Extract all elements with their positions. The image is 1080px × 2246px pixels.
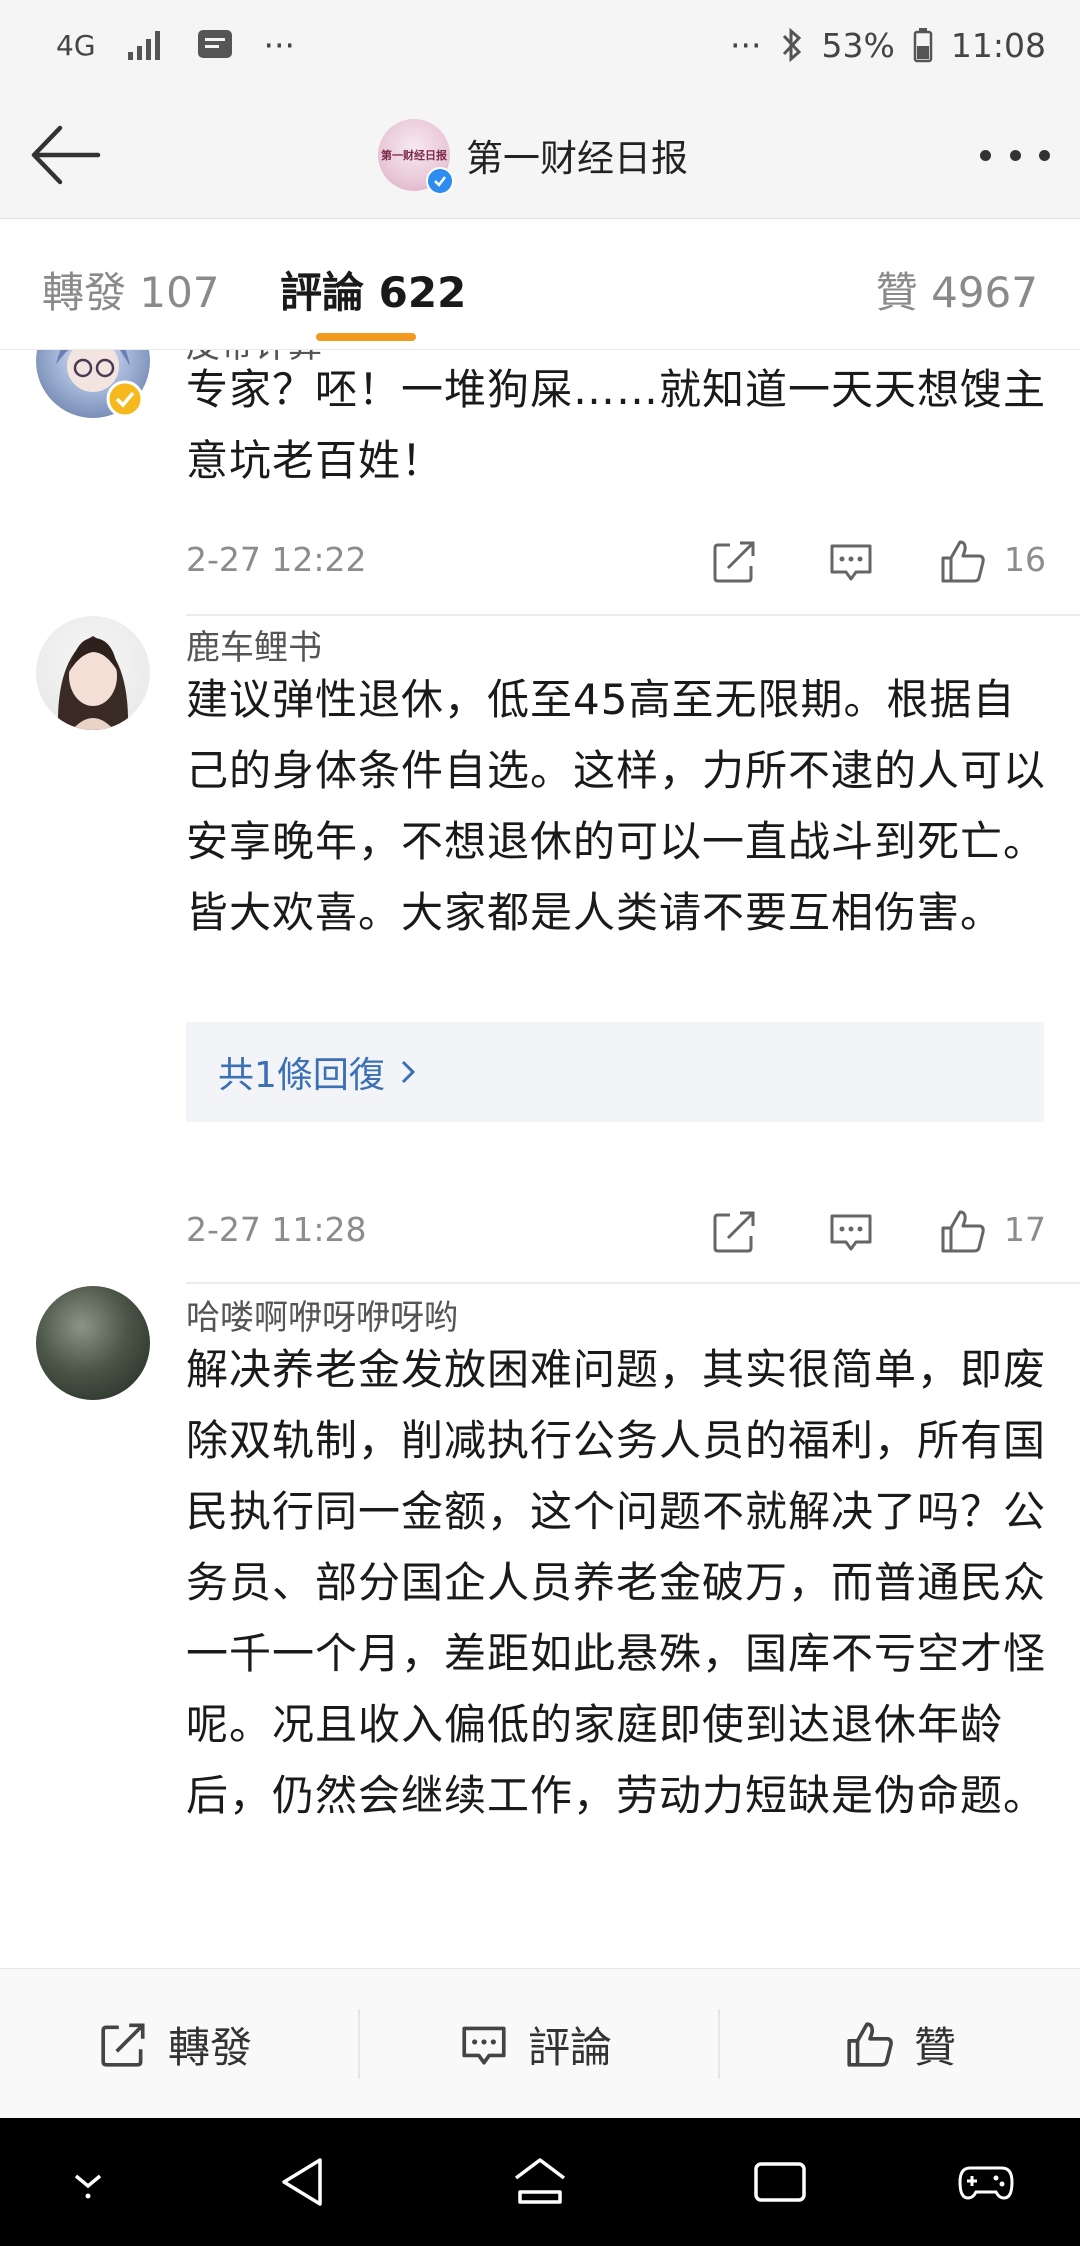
status-more-right: ··· [730, 25, 762, 65]
comment-button[interactable]: 評論 [458, 1969, 612, 2119]
like-button[interactable]: 贊 [844, 1969, 956, 2119]
comment-icon[interactable] [826, 536, 876, 586]
more-options-icon[interactable] [980, 140, 1050, 170]
account-header[interactable]: 第一财经日报 第一财经日报 [378, 116, 688, 195]
comment-icon [462, 2026, 506, 2065]
comment-label: 評論 [528, 2022, 613, 2072]
system-nav-bar [0, 2118, 1080, 2246]
comment-list[interactable]: 皮帯计算 专家？呸！一堆狗屎……就知道一天天想馊主意坑老百姓！ 2-27 12:… [0, 350, 1080, 1968]
comment-text: 解决养老金发放困难问题，其实很简单，即废除双轨制，削减执行公务人员的福利，所有国… [186, 1345, 1047, 1820]
repost-icon[interactable] [710, 536, 760, 586]
tab-reposts[interactable]: 轉發 107 [42, 259, 220, 320]
game-controller-icon[interactable] [956, 2152, 1016, 2212]
hide-keyboard-icon[interactable] [58, 2152, 118, 2212]
repost-icon[interactable] [710, 1206, 760, 1256]
like-count: 17 [1004, 1210, 1046, 1249]
divider [186, 614, 1080, 616]
signal-icon [127, 31, 160, 60]
status-bar: 4G ··· ··· 53% 11:08 [0, 0, 1080, 92]
account-avatar[interactable]: 第一财经日报 [378, 119, 454, 195]
avatar-logo-text: 第一财经日报 [381, 149, 447, 162]
user-avatar[interactable] [36, 1286, 150, 1400]
username[interactable]: 哈喽啊咿呀咿呀哟 [186, 1290, 458, 1339]
tab-comments[interactable]: 評論 622 [280, 259, 466, 320]
tab-likes[interactable]: 贊 4967 [876, 259, 1038, 320]
account-name: 第一财经日报 [466, 137, 688, 180]
active-tab-indicator [316, 333, 416, 341]
like-icon[interactable] [938, 536, 988, 586]
bottom-action-bar: 轉發 評論 贊 [0, 1968, 1080, 2119]
top-nav: 第一财经日报 第一财经日报 [0, 92, 1080, 219]
comment-meta: 2-27 11:28 17 [186, 1200, 1046, 1260]
comment-text: 专家？呸！一堆狗屎……就知道一天天想馊主意坑老百姓！ [186, 365, 1047, 485]
repost-icon [101, 2023, 145, 2067]
separator [358, 2009, 360, 2079]
home-nav-icon[interactable] [510, 2152, 570, 2212]
chevron-right-icon [401, 1060, 416, 1084]
verified-blue-icon [426, 167, 454, 195]
divider [186, 1282, 1080, 1284]
clock: 11:08 [950, 25, 1046, 65]
message-icon [197, 30, 232, 58]
like-icon [847, 2022, 893, 2067]
network-type: 4G [56, 28, 96, 62]
battery-percent: 53% [821, 25, 895, 65]
back-nav-icon[interactable] [272, 2152, 332, 2212]
separator [718, 2009, 720, 2079]
repost-label: 轉發 [168, 2022, 253, 2072]
reply-count-link[interactable]: 共1條回復 [218, 1046, 385, 1098]
comment-icon[interactable] [826, 1206, 876, 1256]
username[interactable]: 鹿车鲤书 [186, 620, 322, 669]
status-more: ··· [263, 25, 295, 65]
reply-summary[interactable]: 共1條回復 [186, 1022, 1044, 1122]
back-arrow-icon[interactable] [28, 120, 104, 190]
user-avatar[interactable] [36, 616, 150, 730]
repost-button[interactable]: 轉發 [98, 1969, 252, 2119]
like-icon[interactable] [938, 1206, 988, 1256]
tab-bar: 轉發 107 評論 622 贊 4967 [0, 219, 1080, 350]
recent-apps-icon[interactable] [750, 2152, 810, 2212]
comment-timestamp: 2-27 12:22 [186, 540, 367, 579]
verified-yellow-icon [106, 380, 144, 418]
comment-timestamp: 2-27 11:28 [186, 1210, 367, 1249]
like-count: 16 [1004, 540, 1046, 579]
battery-icon [913, 28, 933, 63]
bluetooth-icon [782, 27, 801, 63]
comment-text: 建议弹性退休，低至45高至无限期。根据自己的身体条件自选。这样，力所不逮的人可以… [186, 675, 1047, 937]
comment-meta: 2-27 12:22 16 [186, 530, 1046, 590]
like-label: 贊 [914, 2022, 957, 2072]
